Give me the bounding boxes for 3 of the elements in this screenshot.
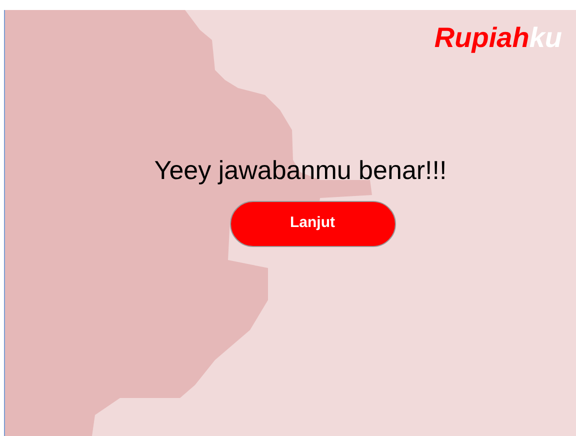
- logo-text: Rupiah: [434, 24, 530, 52]
- success-message: Yeey jawabanmu benar!!!: [154, 154, 447, 186]
- continue-button[interactable]: Lanjut: [230, 200, 396, 246]
